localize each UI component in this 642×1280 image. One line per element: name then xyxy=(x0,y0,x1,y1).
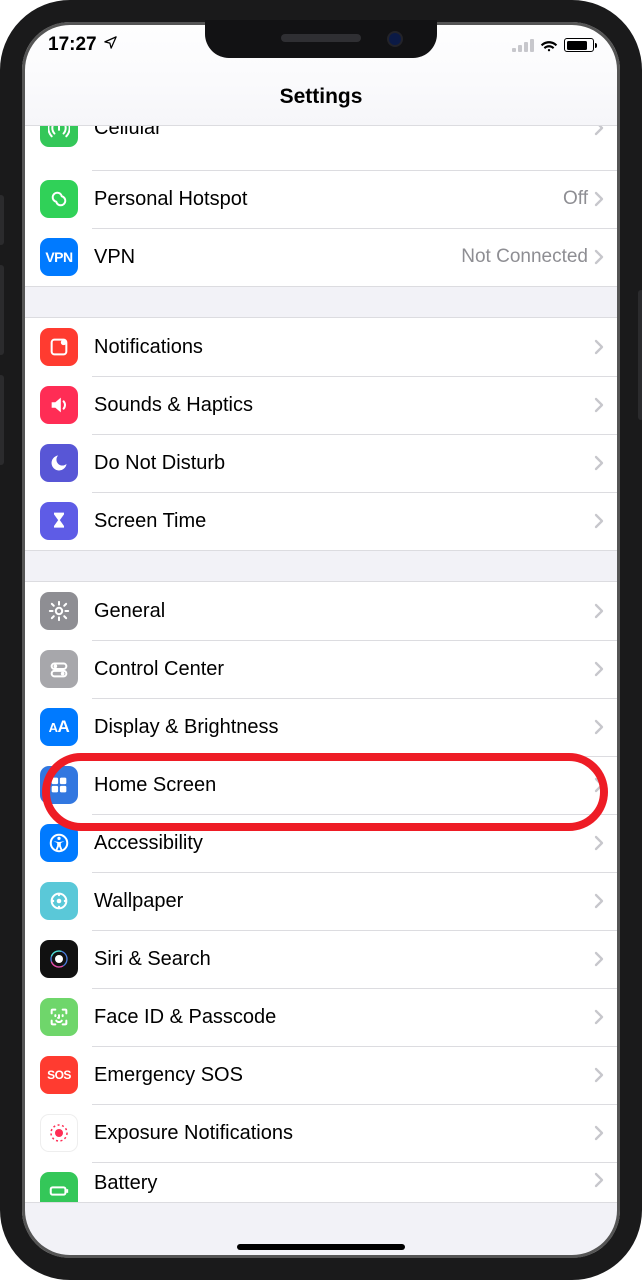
chevron-right-icon xyxy=(594,719,604,735)
notch xyxy=(205,20,437,58)
statusbar-time: 17:27 xyxy=(48,34,97,56)
dnd-icon xyxy=(40,444,78,482)
settings-row-label: General xyxy=(94,600,594,623)
settings-row-general[interactable]: General xyxy=(22,582,620,640)
sounds-icon xyxy=(40,386,78,424)
side-button xyxy=(0,195,4,245)
exposure-icon xyxy=(40,1114,78,1152)
settings-group-alerts: Notifications Sounds & Haptics Do Not Di… xyxy=(22,317,620,551)
settings-row-display[interactable]: AA Display & Brightness xyxy=(22,698,620,756)
notch-speaker xyxy=(281,34,361,42)
settings-row-cellular[interactable]: Cellular xyxy=(22,126,620,170)
settings-row-label: Personal Hotspot xyxy=(94,188,563,211)
settings-row-wallpaper[interactable]: Wallpaper xyxy=(22,872,620,930)
accessibility-icon xyxy=(40,824,78,862)
settings-row-hotspot[interactable]: Personal Hotspot Off xyxy=(22,170,620,228)
settings-row-label: Face ID & Passcode xyxy=(94,1006,594,1029)
settings-row-label: Screen Time xyxy=(94,510,594,533)
settings-group-connectivity: Cellular Personal Hotspot Off VPN VPN No… xyxy=(22,126,620,287)
wallpaper-icon xyxy=(40,882,78,920)
notch-camera xyxy=(389,33,401,45)
controlcenter-icon xyxy=(40,650,78,688)
settings-row-label: Wallpaper xyxy=(94,890,594,913)
chevron-right-icon xyxy=(594,513,604,529)
settings-group-general: General Control Center AA Display & Brig… xyxy=(22,581,620,1203)
cellular-signal-icon xyxy=(512,38,534,52)
chevron-right-icon xyxy=(594,603,604,619)
siri-icon xyxy=(40,940,78,978)
emergency-icon: SOS xyxy=(40,1056,78,1094)
page-title: Settings xyxy=(280,85,363,109)
side-button xyxy=(0,265,4,355)
settings-row-vpn[interactable]: VPN VPN Not Connected xyxy=(22,228,620,286)
screentime-icon xyxy=(40,502,78,540)
wifi-icon xyxy=(540,36,558,54)
header: Settings xyxy=(22,68,620,126)
settings-row-label: Home Screen xyxy=(94,774,594,797)
battery-icon xyxy=(40,1172,78,1202)
settings-row-dnd[interactable]: Do Not Disturb xyxy=(22,434,620,492)
settings-row-screentime[interactable]: Screen Time xyxy=(22,492,620,550)
home-indicator[interactable] xyxy=(237,1244,405,1250)
settings-row-detail: Not Connected xyxy=(461,246,588,268)
battery-status-icon xyxy=(564,38,594,52)
chevron-right-icon xyxy=(594,397,604,413)
settings-row-homescreen[interactable]: Home Screen xyxy=(22,756,620,814)
settings-row-label: Do Not Disturb xyxy=(94,452,594,475)
chevron-right-icon xyxy=(594,249,604,265)
settings-row-battery[interactable]: Battery xyxy=(22,1162,620,1202)
statusbar-left: 17:27 xyxy=(48,34,118,56)
settings-row-label: Exposure Notifications xyxy=(94,1122,594,1145)
chevron-right-icon xyxy=(594,1067,604,1083)
screen: 17:27 Settings Cellular xyxy=(22,22,620,1258)
settings-row-label: Sounds & Haptics xyxy=(94,394,594,417)
settings-row-emergency[interactable]: SOS Emergency SOS xyxy=(22,1046,620,1104)
chevron-right-icon xyxy=(594,951,604,967)
chevron-right-icon xyxy=(594,1125,604,1141)
chevron-right-icon xyxy=(594,339,604,355)
settings-row-label: Accessibility xyxy=(94,832,594,855)
statusbar-right xyxy=(512,36,594,54)
settings-row-label: Emergency SOS xyxy=(94,1064,594,1087)
chevron-right-icon xyxy=(594,661,604,677)
settings-list[interactable]: Cellular Personal Hotspot Off VPN VPN No… xyxy=(22,126,620,1258)
chevron-right-icon xyxy=(594,893,604,909)
settings-row-label: Battery xyxy=(94,1172,594,1195)
location-icon xyxy=(103,34,118,56)
cellular-icon xyxy=(40,126,78,147)
chevron-right-icon xyxy=(594,455,604,471)
settings-row-label: Control Center xyxy=(94,658,594,681)
chevron-right-icon xyxy=(594,1009,604,1025)
general-icon xyxy=(40,592,78,630)
settings-row-controlcenter[interactable]: Control Center xyxy=(22,640,620,698)
side-button xyxy=(638,290,642,420)
display-icon: AA xyxy=(40,708,78,746)
settings-row-accessibility[interactable]: Accessibility xyxy=(22,814,620,872)
settings-row-label: Siri & Search xyxy=(94,948,594,971)
chevron-right-icon xyxy=(594,777,604,793)
vpn-icon: VPN xyxy=(40,238,78,276)
settings-row-exposure[interactable]: Exposure Notifications xyxy=(22,1104,620,1162)
faceid-icon xyxy=(40,998,78,1036)
chevron-right-icon xyxy=(594,126,604,136)
settings-row-siri[interactable]: Siri & Search xyxy=(22,930,620,988)
settings-row-label: Display & Brightness xyxy=(94,716,594,739)
side-button xyxy=(0,375,4,465)
chevron-right-icon xyxy=(594,835,604,851)
homescreen-icon xyxy=(40,766,78,804)
hotspot-icon xyxy=(40,180,78,218)
settings-row-label: Notifications xyxy=(94,336,594,359)
settings-row-detail: Off xyxy=(563,188,588,210)
settings-row-notifications[interactable]: Notifications xyxy=(22,318,620,376)
chevron-right-icon xyxy=(594,191,604,207)
settings-row-label: Cellular xyxy=(94,126,594,140)
settings-row-label: VPN xyxy=(94,246,461,269)
settings-row-sounds[interactable]: Sounds & Haptics xyxy=(22,376,620,434)
chevron-right-icon xyxy=(594,1172,604,1188)
settings-row-faceid[interactable]: Face ID & Passcode xyxy=(22,988,620,1046)
notifications-icon xyxy=(40,328,78,366)
